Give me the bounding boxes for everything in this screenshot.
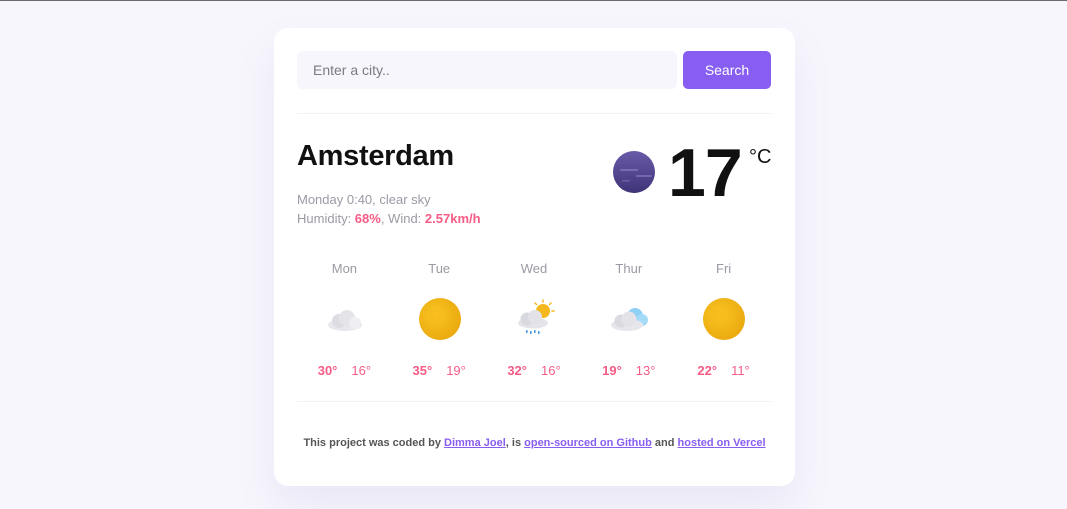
forecast-max: 22°	[697, 363, 718, 378]
date-description: Monday 0:40, clear sky	[297, 192, 431, 207]
forecast-max: 32°	[507, 363, 527, 378]
author-link[interactable]: Dimma Joel	[444, 437, 506, 449]
forecast-temps: 35° 19°	[392, 363, 487, 378]
forecast-day: Mon 30° 16°	[297, 261, 392, 391]
search-button[interactable]: Search	[683, 51, 771, 89]
forecast-min: 16°	[540, 363, 561, 378]
forecast-temps: 22° 11°	[676, 363, 771, 378]
forecast-day-name: Thur	[615, 261, 643, 276]
forecast-day: Thur 19° 13°	[581, 261, 676, 391]
weather-details: Monday 0:40, clear sky Humidity: 68%, Wi…	[297, 190, 481, 228]
sun-icon	[418, 298, 461, 340]
github-link[interactable]: open-sourced on Github	[524, 437, 652, 449]
forecast-temps: 32° 16°	[487, 363, 582, 378]
wind-value: 2.57km/h	[424, 211, 481, 226]
forecast-day-name: Fri	[716, 261, 732, 276]
sun-icon	[703, 298, 746, 340]
divider-bottom	[297, 401, 771, 402]
cloud-icon	[611, 308, 649, 331]
search-form: Search	[297, 51, 771, 89]
weather-card: Search Amsterdam Monday 0:40, clear sky …	[274, 28, 795, 486]
city-name: Amsterdam	[297, 140, 454, 172]
footer-text: , is	[505, 437, 525, 449]
forecast-day-name: Wed	[520, 261, 548, 276]
rain-sun-icon	[517, 299, 555, 334]
footer: This project was coded by Dimma Joel, is…	[274, 437, 795, 449]
window-top-border	[0, 0, 1067, 1]
forecast-max: 30°	[317, 363, 338, 378]
forecast-day: Fri 22° 11°	[676, 261, 771, 391]
cloud-icon	[328, 310, 362, 331]
forecast-max: 35°	[412, 363, 433, 378]
wind-label: , Wind:	[380, 211, 425, 226]
forecast-min: 13°	[635, 363, 656, 378]
moon-icon	[613, 151, 655, 193]
forecast-day-name: Mon	[331, 261, 358, 276]
city-search-input[interactable]	[297, 51, 677, 89]
divider-top	[297, 113, 771, 114]
humidity-wind: Humidity: 68%, Wind: 2.57km/h	[297, 209, 481, 228]
current-temperature: 17	[668, 135, 743, 211]
footer-text: and	[651, 437, 678, 449]
vercel-link[interactable]: hosted on Vercel	[678, 437, 766, 449]
forecast-temps: 30° 16°	[297, 363, 392, 378]
forecast-min: 19°	[446, 363, 466, 378]
forecast: Mon 30° 16° Tue 35° 19° Wed 32° 16° Thur…	[297, 261, 771, 391]
forecast-max: 19°	[602, 363, 622, 378]
forecast-day-name: Tue	[428, 261, 451, 276]
humidity-label: Humidity:	[297, 211, 355, 226]
footer-text: This project was coded by	[303, 437, 445, 449]
temperature-unit-celsius: °C	[749, 146, 772, 168]
forecast-min: 16°	[351, 363, 372, 378]
forecast-day: Tue 35° 19°	[392, 261, 487, 391]
forecast-day: Wed 32° 16°	[487, 261, 582, 391]
humidity-value: 68%	[354, 211, 381, 226]
forecast-min: 11°	[731, 363, 750, 378]
forecast-temps: 19° 13°	[581, 363, 676, 378]
